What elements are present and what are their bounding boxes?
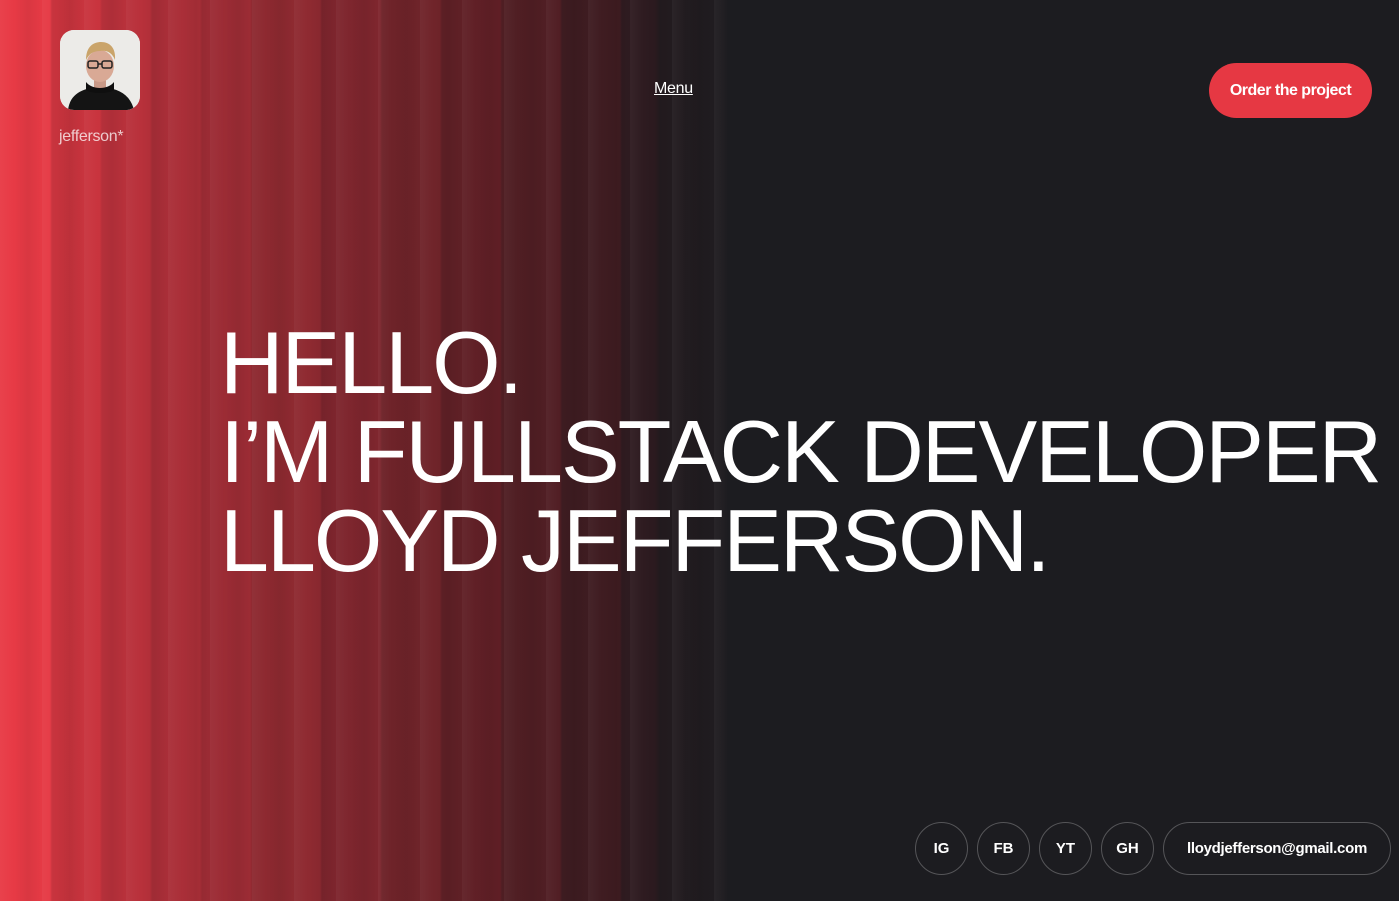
instagram-link[interactable]: IG — [915, 822, 968, 875]
hero-line-1: HELLO. — [220, 313, 523, 412]
email-link[interactable]: lloydjefferson@gmail.com — [1163, 822, 1391, 875]
github-link[interactable]: GH — [1101, 822, 1154, 875]
facebook-link[interactable]: FB — [977, 822, 1030, 875]
hero-line-2: I’M FULLSTACK DEVELOPER — [220, 402, 1382, 501]
youtube-link[interactable]: YT — [1039, 822, 1092, 875]
social-links: IG FB YT GH lloydjefferson@gmail.com — [915, 822, 1391, 875]
order-project-button[interactable]: Order the project — [1209, 63, 1372, 118]
menu-link[interactable]: Menu — [654, 80, 693, 98]
brand-name[interactable]: jefferson* — [59, 128, 124, 146]
profile-photo-icon — [60, 30, 140, 110]
hero-headline: HELLO. I’M FULLSTACK DEVELOPER LLOYD JEF… — [220, 313, 1382, 590]
avatar[interactable] — [60, 30, 140, 110]
hero-line-3: LLOYD JEFFERSON. — [220, 491, 1051, 590]
